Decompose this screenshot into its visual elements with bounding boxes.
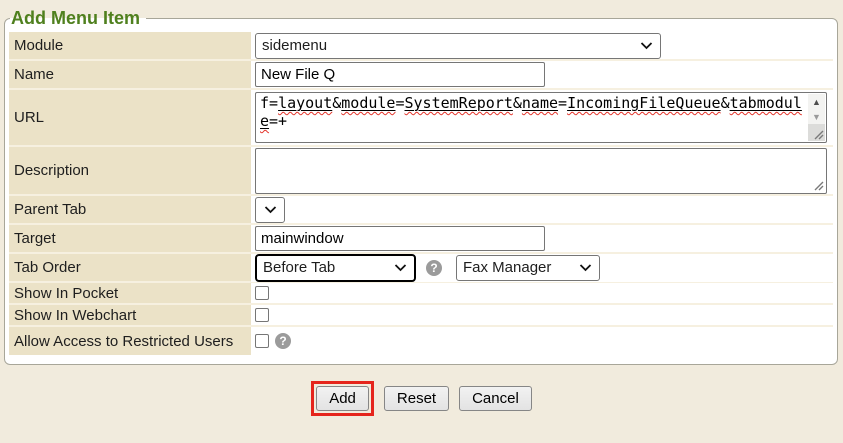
parent-tab-row: Parent Tab [9, 196, 833, 225]
description-label: Description [9, 147, 251, 194]
target-row: Target [9, 225, 833, 254]
resize-grip-icon[interactable] [812, 128, 824, 140]
target-input[interactable] [255, 226, 545, 251]
tab-order-select-value: Before Tab [263, 259, 335, 276]
red-highlight-annotation: Add [311, 381, 374, 416]
show-in-webchart-label: Show In Webchart [9, 305, 251, 325]
name-input[interactable] [255, 62, 545, 87]
show-in-webchart-row: Show In Webchart [9, 305, 833, 327]
module-row: Module sidemenu [9, 32, 833, 61]
chevron-down-icon [264, 206, 277, 214]
name-row: Name [9, 61, 833, 90]
show-in-pocket-label: Show In Pocket [9, 283, 251, 303]
module-select[interactable]: sidemenu [255, 33, 661, 59]
reference-tab-select-value: Fax Manager [463, 259, 551, 276]
url-label: URL [9, 90, 251, 145]
tab-order-label: Tab Order [9, 254, 251, 281]
url-textarea-text: f=layout&module=SystemReport&name=Incomi… [260, 94, 802, 130]
add-button[interactable]: Add [316, 386, 369, 411]
parent-tab-label: Parent Tab [9, 196, 251, 223]
chevron-down-icon [640, 42, 653, 50]
tab-order-select[interactable]: Before Tab [255, 254, 416, 282]
form-buttons: Add Reset Cancel [0, 381, 843, 416]
show-in-webchart-checkbox[interactable] [255, 308, 269, 322]
allow-access-checkbox[interactable] [255, 334, 269, 348]
show-in-pocket-row: Show In Pocket [9, 283, 833, 305]
chevron-down-icon [394, 264, 407, 272]
help-icon[interactable]: ? [275, 333, 291, 349]
description-row: Description [9, 147, 833, 196]
add-menu-item-form: Add Menu Item Module sidemenu Name URL f… [4, 8, 838, 365]
allow-access-label: Allow Access to Restricted Users [9, 327, 251, 355]
description-textarea[interactable] [255, 148, 827, 194]
scroll-up-icon[interactable]: ▲ [808, 94, 825, 109]
module-select-value: sidemenu [262, 37, 327, 54]
resize-grip-icon[interactable] [812, 179, 824, 191]
scroll-down-icon[interactable]: ▼ [808, 109, 825, 124]
allow-access-row: Allow Access to Restricted Users ? [9, 327, 833, 355]
show-in-pocket-checkbox[interactable] [255, 286, 269, 300]
form-title: Add Menu Item [10, 8, 146, 29]
help-icon[interactable]: ? [426, 260, 442, 276]
target-label: Target [9, 225, 251, 252]
reference-tab-select[interactable]: Fax Manager [456, 255, 600, 281]
parent-tab-select[interactable] [255, 197, 285, 223]
url-textarea[interactable]: f=layout&module=SystemReport&name=Incomi… [255, 92, 827, 143]
name-label: Name [9, 61, 251, 88]
cancel-button[interactable]: Cancel [459, 386, 532, 411]
module-label: Module [9, 32, 251, 59]
reset-button[interactable]: Reset [384, 386, 449, 411]
tab-order-row: Tab Order Before Tab ? Fax Manager [9, 254, 833, 283]
url-row: URL f=layout&module=SystemReport&name=In… [9, 90, 833, 147]
chevron-down-icon [579, 264, 592, 272]
